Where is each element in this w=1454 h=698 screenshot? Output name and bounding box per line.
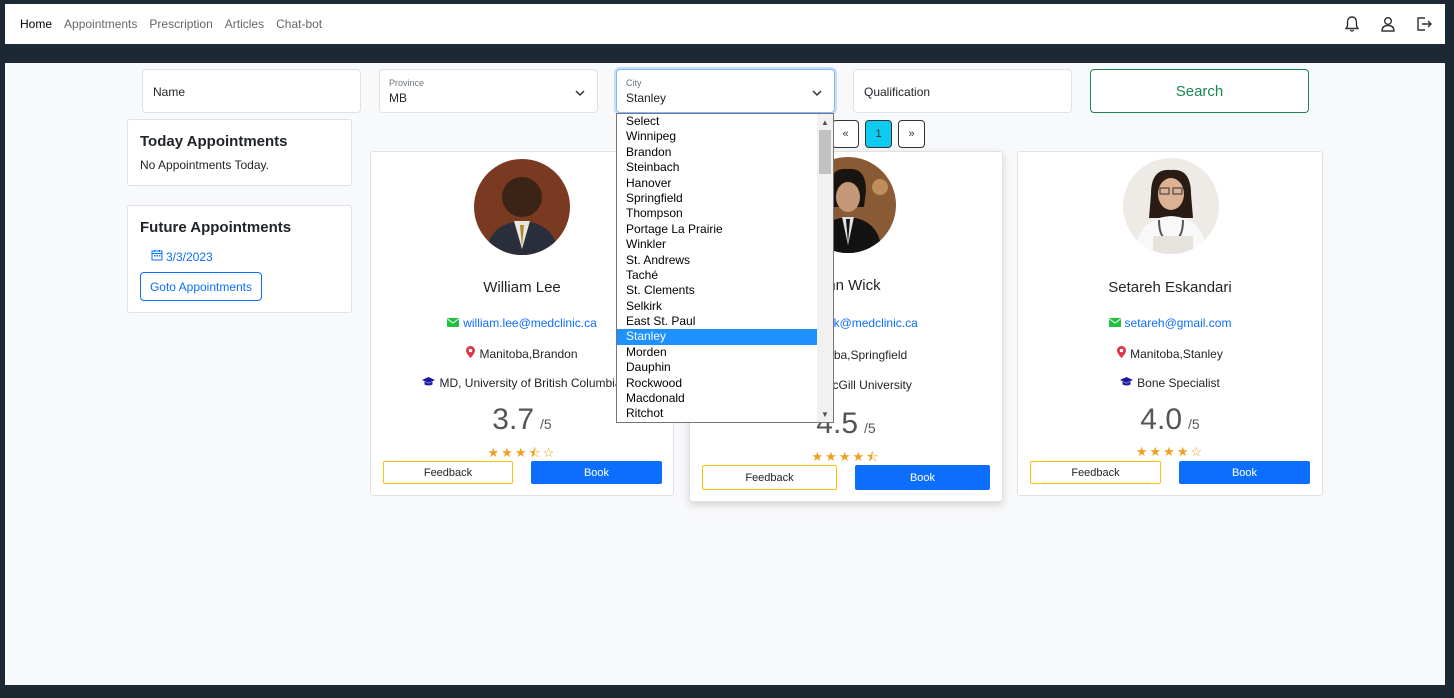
city-option[interactable]: Winkler <box>617 237 818 252</box>
location-pin-icon <box>466 346 476 361</box>
graduation-cap-icon <box>422 376 436 390</box>
feedback-button[interactable]: Feedback <box>383 461 513 484</box>
top-navbar: Home Appointments Prescription Articles … <box>5 4 1445 44</box>
rating-value: 4.0 <box>1140 403 1183 436</box>
province-select[interactable]: Province MB <box>379 69 598 113</box>
city-option[interactable]: St. Clements <box>617 283 818 298</box>
bell-icon[interactable] <box>1341 13 1363 35</box>
city-option[interactable]: Steinbach <box>617 160 818 175</box>
future-appointment-date[interactable]: 3/3/2023 <box>151 249 213 264</box>
pager-prev[interactable]: « <box>832 120 859 148</box>
city-option[interactable]: St. Andrews <box>617 253 818 268</box>
doctor-avatar <box>1123 158 1219 254</box>
doctor-email[interactable]: setareh@gmail.com <box>1018 316 1322 330</box>
nav-chatbot[interactable]: Chat-bot <box>276 17 322 31</box>
rating-max: /5 <box>1188 416 1200 432</box>
city-option[interactable]: Selkirk <box>617 299 818 314</box>
chevron-down-icon <box>811 86 823 101</box>
city-option[interactable]: Rockwood <box>617 376 818 391</box>
city-dropdown-list[interactable]: Select Winnipeg Brandon Steinbach Hanover Spr… <box>616 113 834 423</box>
doctor-avatar <box>474 159 570 255</box>
qualification-input[interactable]: Qualification <box>853 69 1072 113</box>
city-option[interactable]: Stanley <box>617 329 818 345</box>
city-option[interactable]: East St. Paul <box>617 314 818 329</box>
province-label: Province <box>389 78 425 88</box>
calendar-icon <box>151 249 163 264</box>
nav-icons <box>1341 13 1435 35</box>
rating-stars: ★★★★☆ <box>1135 444 1205 459</box>
city-option[interactable]: Morden <box>617 345 818 360</box>
name-placeholder: Name <box>153 85 186 99</box>
pager-next[interactable]: » <box>898 120 925 148</box>
city-select[interactable]: City Stanley <box>616 69 835 113</box>
name-input[interactable]: Name <box>142 69 361 113</box>
book-button[interactable]: Book <box>1179 461 1310 484</box>
doctor-rating: 4.0/5 <box>1018 403 1322 437</box>
book-button[interactable]: Book <box>531 461 662 484</box>
city-option[interactable]: Thompson <box>617 206 818 221</box>
doctor-qualification: Bone Specialist <box>1018 376 1322 390</box>
city-option[interactable]: Hanover <box>617 176 818 191</box>
scrollbar-thumb[interactable] <box>819 130 831 174</box>
pager-current[interactable]: 1 <box>865 120 892 148</box>
city-option[interactable]: Select <box>617 114 818 129</box>
city-option[interactable]: Taché <box>617 268 818 283</box>
search-button[interactable]: Search <box>1090 69 1309 113</box>
today-appointments-message: No Appointments Today. <box>140 158 269 172</box>
rating-max: /5 <box>864 420 876 436</box>
feedback-button[interactable]: Feedback <box>702 465 837 490</box>
rating-max: /5 <box>540 416 552 432</box>
city-value: Stanley <box>626 91 667 105</box>
user-icon[interactable] <box>1377 13 1399 35</box>
today-appointments-title: Today Appointments <box>140 133 288 150</box>
doctor-qualification-text: MD, University of British Columbia <box>439 376 622 390</box>
doctor-name: Setareh Eskandari <box>1108 279 1232 296</box>
envelope-icon <box>447 316 460 330</box>
qualification-placeholder: Qualification <box>864 85 931 99</box>
doctor-qualification-text: Bone Specialist <box>1137 376 1220 390</box>
nav-links: Home Appointments Prescription Articles … <box>20 17 334 31</box>
future-appointments-title: Future Appointments <box>140 219 292 236</box>
city-option[interactable]: Winnipeg <box>617 129 818 144</box>
pagination: « 1 » <box>832 120 925 148</box>
scroll-up-icon[interactable]: ▲ <box>817 115 833 129</box>
nav-articles[interactable]: Articles <box>225 17 264 31</box>
scroll-down-icon[interactable]: ▼ <box>817 407 833 421</box>
goto-appointments-button[interactable]: Goto Appointments <box>140 272 262 301</box>
city-option[interactable]: Ritchot <box>617 406 818 421</box>
doctor-location-text: Manitoba,Brandon <box>479 346 578 361</box>
nav-prescription[interactable]: Prescription <box>149 17 212 31</box>
province-value: MB <box>389 91 407 105</box>
future-date-text: 3/3/2023 <box>166 249 213 264</box>
doctor-card: Setareh Eskandari setareh@gmail.com Mani… <box>1017 151 1323 496</box>
doctor-email-text: william.lee@medclinic.ca <box>463 316 597 330</box>
city-option[interactable]: Dauphin <box>617 360 818 375</box>
dropdown-scrollbar[interactable]: ▲ ▼ <box>817 114 833 422</box>
city-option[interactable]: Macdonald <box>617 391 818 406</box>
graduation-cap-icon <box>1120 376 1134 390</box>
city-option[interactable]: Brandon <box>617 145 818 160</box>
doctor-email-text: setareh@gmail.com <box>1124 316 1232 330</box>
feedback-button[interactable]: Feedback <box>1030 461 1161 484</box>
chevron-down-icon <box>574 86 586 101</box>
future-appointments-panel: Future Appointments 3/3/2023 Goto Appoin… <box>127 205 352 313</box>
today-appointments-panel: Today Appointments No Appointments Today… <box>127 119 352 186</box>
city-option[interactable]: Springfield <box>617 191 818 206</box>
doctor-location-text: Manitoba,Stanley <box>1130 346 1223 361</box>
city-label: City <box>626 78 642 88</box>
rating-value: 3.7 <box>492 403 535 436</box>
nav-home[interactable]: Home <box>20 17 52 31</box>
location-pin-icon <box>1117 346 1127 361</box>
logout-icon[interactable] <box>1413 13 1435 35</box>
doctor-location: Manitoba,Stanley <box>1018 346 1322 361</box>
envelope-icon <box>1108 316 1121 330</box>
city-options: Select Winnipeg Brandon Steinbach Hanover Spr… <box>617 114 818 422</box>
book-button[interactable]: Book <box>855 465 990 490</box>
nav-appointments[interactable]: Appointments <box>64 17 137 31</box>
bottom-bar <box>0 685 1454 698</box>
city-option[interactable]: Portage La Prairie <box>617 222 818 237</box>
